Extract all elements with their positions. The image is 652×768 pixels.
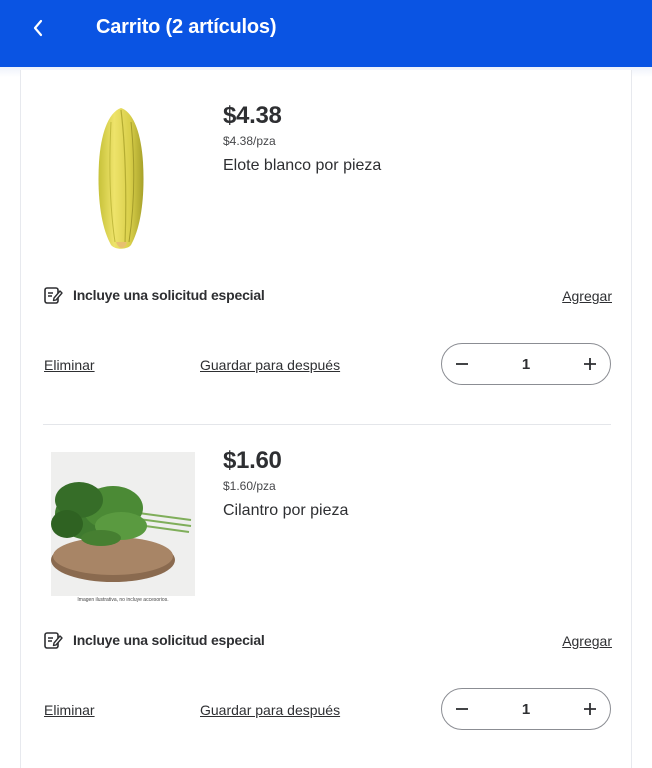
save-for-later-link[interactable]: Guardar para después (200, 702, 340, 718)
add-special-request-link[interactable]: Agregar (562, 288, 612, 304)
decrease-button[interactable] (442, 689, 482, 729)
quantity-value[interactable]: 1 (522, 701, 530, 718)
item-name[interactable]: Elote blanco por pieza (223, 157, 381, 175)
item-unit-price: $4.38/pza (223, 134, 276, 148)
cart-item: Imagen ilustrativa, no incluye accesorio… (21, 424, 633, 768)
quantity-stepper: 1 (441, 688, 611, 730)
item-divider (43, 424, 611, 425)
chevron-left-icon (33, 19, 43, 37)
special-request-label: Incluye una solicitud especial (73, 287, 265, 303)
remove-link[interactable]: Eliminar (44, 702, 95, 718)
quantity-stepper: 1 (441, 343, 611, 385)
app-header: Carrito (2 artículos) (0, 0, 652, 67)
special-request-label: Incluye una solicitud especial (73, 632, 265, 648)
quantity-value[interactable]: 1 (522, 356, 530, 373)
decrease-button[interactable] (442, 344, 482, 384)
add-special-request-link[interactable]: Agregar (562, 633, 612, 649)
edit-note-icon (44, 632, 63, 649)
page-title: Carrito (2 artículos) (96, 16, 277, 38)
product-image-cilantro (51, 452, 195, 596)
increase-button[interactable] (570, 689, 610, 729)
edit-note-icon (44, 287, 63, 304)
plus-icon (584, 703, 596, 715)
plus-icon (584, 358, 596, 370)
item-price: $4.38 (223, 102, 282, 129)
save-for-later-link[interactable]: Guardar para después (200, 357, 340, 373)
minus-icon (456, 708, 468, 710)
special-request-row: Incluye una solicitud especial (43, 284, 265, 306)
minus-icon (456, 363, 468, 365)
image-caption: Imagen ilustrativa, no incluye accesorio… (77, 597, 169, 603)
special-request-row: Incluye una solicitud especial (43, 629, 265, 651)
cart-item: $4.38 $4.38/pza Elote blanco por pieza I… (21, 70, 633, 424)
back-button[interactable] (24, 14, 52, 42)
item-unit-price: $1.60/pza (223, 479, 276, 493)
item-price: $1.60 (223, 447, 282, 474)
item-name[interactable]: Cilantro por pieza (223, 502, 348, 520)
remove-link[interactable]: Eliminar (44, 357, 95, 373)
increase-button[interactable] (570, 344, 610, 384)
product-image-corn (98, 108, 144, 249)
cart-card: $4.38 $4.38/pza Elote blanco por pieza I… (20, 70, 632, 768)
